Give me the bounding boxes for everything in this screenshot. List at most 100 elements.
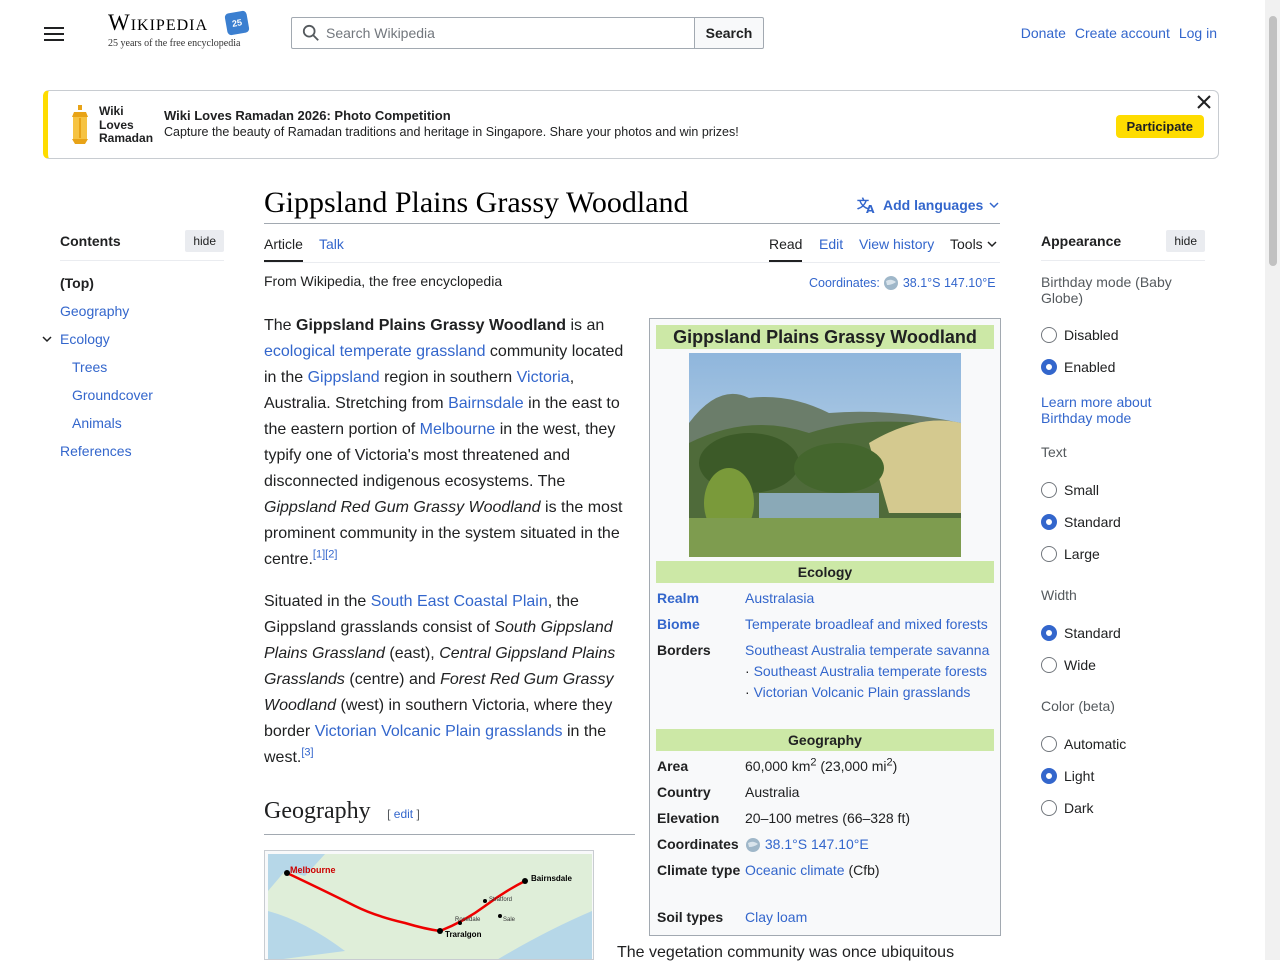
paragraph-1: The Gippsland Plains Grassy Woodland is … [264,317,624,568]
toc-item-animals[interactable]: Animals [60,409,224,437]
map-label-stratford: Stratford [489,897,512,903]
map-label-bairnsdale: Bairnsdale [531,874,572,883]
link-gippsland[interactable]: Gippsland [308,369,380,386]
toc-item-top[interactable]: (Top) [60,269,224,297]
svg-text:A: A [866,203,875,214]
puzzle-25-icon: 25 [224,10,250,36]
toc-title: Contents [60,233,121,249]
language-icon: 文A [857,196,875,214]
learn-birthday-mode-link[interactable]: Learn more about Birthday mode [1041,394,1171,426]
toc-item-groundcover[interactable]: Groundcover [60,381,224,409]
page-tabs: Article Talk Read Edit View history Tool… [264,236,1000,263]
close-icon[interactable] [1197,95,1211,109]
scrollbar-thumb[interactable] [1269,16,1277,266]
toc-hide-button[interactable]: hide [185,230,224,252]
tab-talk[interactable]: Talk [319,236,344,260]
hamburger-icon [44,27,64,29]
infobox-section-geography: Geography [656,729,994,751]
infobox-row-climate: Climate type Oceanic climate (Cfb) [657,862,880,878]
tab-view-history[interactable]: View history [859,236,934,260]
coordinates-link[interactable]: 38.1°S 147.10°E [903,276,996,290]
width-label: Width [1041,587,1077,603]
radio-color-dark[interactable]: Dark [1041,798,1094,818]
title-divider [264,223,1000,224]
map-label-traralgon: Traralgon [445,930,482,939]
tab-edit[interactable]: Edit [819,236,843,260]
tab-read[interactable]: Read [769,236,803,262]
participate-button[interactable]: Participate [1115,115,1204,138]
radio-text-small[interactable]: Small [1041,480,1099,500]
link-ecological-temperate-grassland[interactable]: ecological temperate grassland [264,343,485,360]
wikipedia-logo[interactable]: Wikipedia 25 years of the free encyclope… [108,10,258,56]
radio-birthday-enabled[interactable]: Enabled [1041,357,1115,377]
link-bairnsdale[interactable]: Bairnsdale [448,395,524,412]
banner-title: Wiki Loves Ramadan 2026: Photo Competiti… [164,108,451,123]
infobox-row-elevation: Elevation 20–100 metres (66–328 ft) [657,810,910,826]
globe-icon [884,276,899,290]
infobox-row-country: Country Australia [657,784,800,800]
infobox: Gippsland Plains Grassy Woodland Ecology… [649,318,1001,936]
radio-width-standard[interactable]: Standard [1041,623,1121,643]
create-account-link[interactable]: Create account [1075,25,1170,41]
search-input[interactable] [320,24,696,42]
chevron-down-icon[interactable] [42,334,52,344]
link-south-east-coastal-plain[interactable]: South East Coastal Plain [371,593,548,610]
tab-article[interactable]: Article [264,236,303,262]
login-link[interactable]: Log in [1179,25,1217,41]
main-menu-button[interactable] [44,24,64,42]
link-victorian-volcanic-plain-grasslands[interactable]: Victorian Volcanic Plain grasslands [315,723,563,740]
link-victoria[interactable]: Victoria [517,369,570,386]
radio-text-standard[interactable]: Standard [1041,512,1121,532]
color-label: Color (beta) [1041,698,1115,714]
campaign-banner: Wiki Loves Ramadan Wiki Loves Ramadan 20… [43,90,1219,159]
add-languages-button[interactable]: 文A Add languages [857,196,999,214]
radio-text-large[interactable]: Large [1041,544,1100,564]
donate-link[interactable]: Donate [1021,25,1066,41]
geography-text: The vegetation community was once ubiqui… [617,944,955,961]
radio-color-light[interactable]: Light [1041,766,1094,786]
infobox-row-soil: Soil types Clay loam [657,909,808,925]
page-title: Gippsland Plains Grassy Woodland [264,186,689,219]
search-icon [302,24,319,41]
page-scrollbar[interactable] [1265,0,1280,960]
link-melbourne[interactable]: Melbourne [420,421,496,438]
tools-menu[interactable]: Tools [950,236,997,260]
toc-item-ecology[interactable]: Ecology [42,325,224,353]
coordinates-indicator: Coordinates: 38.1°S 147.10°E [809,275,996,291]
landscape-photo[interactable] [689,353,961,557]
globe-icon [746,838,760,852]
radio-width-wide[interactable]: Wide [1041,655,1096,675]
toc-item-geography[interactable]: Geography [60,297,224,325]
citation-1-2[interactable]: [1][2] [313,549,337,561]
infobox-row-coordinates: Coordinates 38.1°S 147.10°E [657,836,869,852]
search-box[interactable] [291,17,697,49]
appearance-panel: Appearance hide Birthday mode (Baby Glob… [1041,230,1205,830]
radio-birthday-disabled[interactable]: Disabled [1041,325,1118,345]
map-label-melbourne: Melbourne [290,865,336,875]
banner-subtitle: Capture the beauty of Ramadan traditions… [164,125,739,139]
toc-item-trees[interactable]: Trees [60,353,224,381]
map-label-rosedale: Rosedale [455,917,481,923]
region-map[interactable]: Melbourne Bairnsdale Traralgon Sale Stra… [264,850,594,960]
coordinates-label[interactable]: Coordinates: [809,276,880,290]
infobox-row-realm: Realm Australasia [657,590,815,606]
appearance-hide-button[interactable]: hide [1166,230,1205,252]
toc-item-references[interactable]: References [60,437,224,465]
edit-section-link[interactable]: edit [394,807,413,821]
radio-color-automatic[interactable]: Automatic [1041,734,1126,754]
chevron-down-icon [989,202,999,209]
infobox-section-ecology: Ecology [656,561,994,583]
map-label-sale: Sale [503,917,516,923]
paragraph-2: Situated in the South East Coastal Plain… [264,593,616,766]
infobox-title: Gippsland Plains Grassy Woodland [656,325,994,349]
search-button[interactable]: Search [694,17,764,49]
citation-3[interactable]: [3] [301,747,313,759]
user-links: Donate Create account Log in [1021,25,1217,41]
birthday-mode-label: Birthday mode (Baby Globe) [1041,274,1172,306]
text-size-label: Text [1041,444,1067,460]
logo-tagline: 25 years of the free encyclopedia [108,38,241,49]
infobox-row-biome: Biome Temperate broadleaf and mixed fores… [657,616,988,632]
lantern-icon [72,105,88,144]
infobox-row-area: Area 60,000 km2 (23,000 mi2) [657,756,898,774]
chevron-down-icon [987,241,997,248]
